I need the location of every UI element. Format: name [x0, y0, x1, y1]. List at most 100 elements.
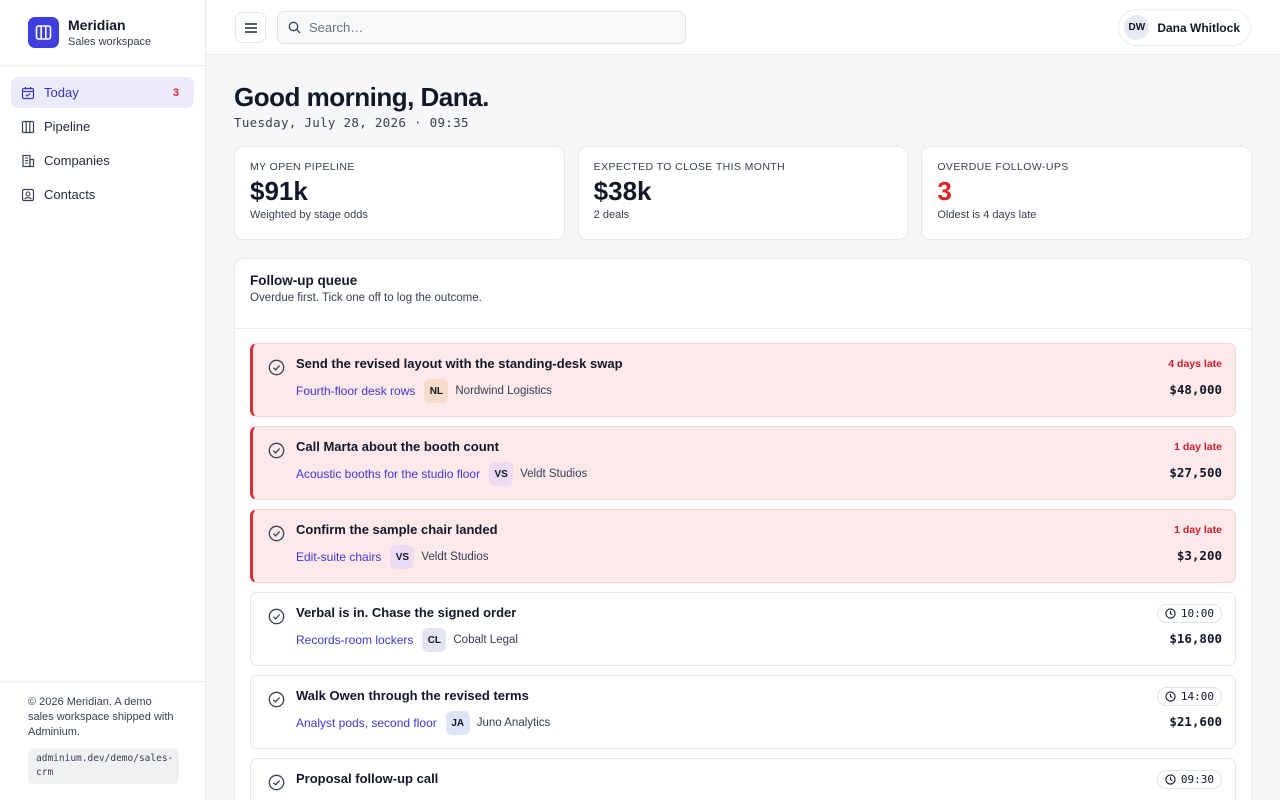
- main-content: Good morning, Dana. Tuesday, July 28, 20…: [234, 55, 1253, 800]
- stats-row: MY OPEN PIPELINE $91k Weighted by stage …: [234, 146, 1253, 240]
- user-menu[interactable]: DW Dana Whitlock: [1118, 9, 1251, 46]
- overdue-status: 1 day late: [1174, 524, 1222, 536]
- deal-amount: $48,000: [1169, 382, 1222, 397]
- stat-label: EXPECTED TO CLOSE THIS MONTH: [593, 161, 786, 173]
- sidebar-item-today[interactable]: Today 3: [11, 77, 194, 108]
- deal-amount: $27,500: [1169, 465, 1222, 480]
- follow-up-queue: Follow-up queue Overdue first. Tick one …: [234, 258, 1252, 800]
- brand[interactable]: Meridian Sales workspace: [0, 0, 205, 66]
- task-meta: Analyst pods, second floor JA Juno Analyti…: [296, 711, 550, 735]
- deal-link[interactable]: Analyst pods, second floor: [296, 716, 437, 730]
- company-name: Nordwind Logistics: [455, 385, 552, 397]
- clock-icon: [1165, 691, 1176, 702]
- deal-link[interactable]: Records-room lockers: [296, 633, 413, 647]
- deal-link[interactable]: Edit-suite chairs: [296, 550, 381, 564]
- overdue-status: 1 day late: [1174, 441, 1222, 453]
- task-meta: Acoustic booths for the studio floor VS Ve…: [296, 462, 587, 486]
- stat-note: Oldest is 4 days late: [937, 209, 1037, 221]
- brand-name: Meridian: [68, 16, 126, 33]
- footer-copyright: © 2026 Meridian. A demo sales workspace …: [28, 696, 174, 738]
- task-list: Send the revised layout with the standin…: [235, 329, 1251, 800]
- sidebar-item-contacts[interactable]: Contacts: [11, 179, 194, 210]
- deal-amount: $3,200: [1176, 548, 1222, 563]
- task-title: Walk Owen through the revised terms: [296, 688, 529, 703]
- company-badge: VS: [390, 545, 415, 569]
- task-row[interactable]: Proposal follow-up call 09:30: [250, 758, 1236, 800]
- contact-card-icon: [21, 188, 35, 202]
- queue-title: Follow-up queue: [250, 273, 358, 288]
- stat-value: $91k: [250, 176, 308, 206]
- search-input[interactable]: [309, 20, 669, 35]
- stat-card-expected-close: EXPECTED TO CLOSE THIS MONTH $38k 2 deal…: [577, 146, 909, 240]
- stat-label: MY OPEN PIPELINE: [250, 161, 355, 173]
- task-row[interactable]: Call Marta about the booth count Acoustic…: [250, 426, 1236, 500]
- current-date: Tuesday, July 28, 2026 · 09:35: [234, 115, 469, 130]
- sidebar-item-pipeline[interactable]: Pipeline: [11, 111, 194, 142]
- clock-icon: [1165, 774, 1176, 785]
- task-meta: Edit-suite chairs VS Veldt Studios: [296, 545, 489, 569]
- calendar-icon: [21, 86, 35, 100]
- sidebar-nav: Today 3 Pipeline Companies Contacts: [0, 66, 205, 210]
- task-title: Verbal is in. Chase the signed order: [296, 605, 517, 620]
- company-name: Juno Analytics: [476, 717, 551, 729]
- clock-icon: [1165, 608, 1176, 619]
- task-row[interactable]: Walk Owen through the revised terms Analy…: [250, 675, 1236, 749]
- stat-card-overdue: OVERDUE FOLLOW-UPS 3 Oldest is 4 days la…: [921, 146, 1253, 240]
- task-row[interactable]: Verbal is in. Chase the signed order Reco…: [250, 592, 1236, 666]
- complete-check-icon[interactable]: [268, 691, 285, 708]
- complete-check-icon[interactable]: [268, 525, 285, 542]
- deal-link[interactable]: Acoustic booths for the studio floor: [296, 467, 480, 481]
- topbar: DW Dana Whitlock: [206, 0, 1280, 55]
- search-box[interactable]: [277, 11, 686, 44]
- complete-check-icon[interactable]: [268, 608, 285, 625]
- building-icon: [21, 154, 35, 168]
- complete-check-icon[interactable]: [268, 442, 285, 459]
- stat-label: OVERDUE FOLLOW-UPS: [937, 161, 1069, 173]
- queue-header: Follow-up queue Overdue first. Tick one …: [235, 259, 1251, 329]
- deal-amount: $21,600: [1169, 714, 1222, 729]
- avatar: DW: [1124, 15, 1150, 40]
- task-row[interactable]: Send the revised layout with the standin…: [250, 343, 1236, 417]
- company-badge: VS: [489, 462, 514, 486]
- due-time: 14:00: [1180, 690, 1214, 703]
- due-time-pill: 09:30: [1156, 770, 1222, 789]
- sidebar-item-companies[interactable]: Companies: [11, 145, 194, 176]
- menu-toggle-button[interactable]: [235, 12, 266, 43]
- stat-note: Weighted by stage odds: [250, 209, 368, 221]
- stat-value: 3: [937, 176, 952, 206]
- task-title: Send the revised layout with the standin…: [296, 356, 623, 371]
- company-name: Cobalt Legal: [453, 634, 518, 646]
- brand-logo-icon: [28, 17, 59, 48]
- queue-subtitle: Overdue first. Tick one off to log the o…: [250, 292, 482, 304]
- sidebar-item-label: Pipeline: [44, 119, 91, 134]
- sidebar: Meridian Sales workspace Today 3 Pipelin…: [0, 0, 206, 800]
- complete-check-icon[interactable]: [268, 774, 285, 791]
- brand-subtitle: Sales workspace: [68, 35, 152, 48]
- due-time-pill: 10:00: [1156, 604, 1222, 623]
- due-time-pill: 14:00: [1156, 687, 1222, 706]
- task-meta: Fourth-floor desk rows NL Nordwind Logisti…: [296, 379, 552, 403]
- stat-card-open-pipeline: MY OPEN PIPELINE $91k Weighted by stage …: [234, 146, 565, 240]
- user-name: Dana Whitlock: [1157, 20, 1240, 35]
- footer-url[interactable]: adminium.dev/demo/sales-crm: [28, 748, 179, 784]
- due-time: 10:00: [1180, 607, 1214, 620]
- task-title: Proposal follow-up call: [296, 771, 439, 786]
- company-name: Veldt Studios: [421, 551, 489, 563]
- company-name: Veldt Studios: [520, 468, 588, 480]
- task-title: Confirm the sample chair landed: [296, 522, 498, 537]
- task-meta: Records-room lockers CL Cobalt Legal: [296, 628, 518, 652]
- complete-check-icon[interactable]: [268, 359, 285, 376]
- stat-value: $38k: [593, 176, 652, 206]
- page-title: Good morning, Dana.: [234, 82, 489, 112]
- columns-icon: [21, 120, 35, 134]
- sidebar-item-label: Companies: [44, 153, 110, 168]
- search-icon: [288, 21, 301, 34]
- deal-amount: $16,800: [1169, 631, 1222, 646]
- task-row[interactable]: Confirm the sample chair landed Edit-suit…: [250, 509, 1236, 583]
- company-badge: NL: [424, 379, 449, 403]
- deal-link[interactable]: Fourth-floor desk rows: [296, 384, 415, 398]
- sidebar-item-label: Contacts: [44, 187, 96, 202]
- company-badge: CL: [422, 628, 447, 652]
- company-badge: JA: [445, 711, 470, 735]
- sidebar-footer: © 2026 Meridian. A demo sales workspace …: [0, 681, 205, 800]
